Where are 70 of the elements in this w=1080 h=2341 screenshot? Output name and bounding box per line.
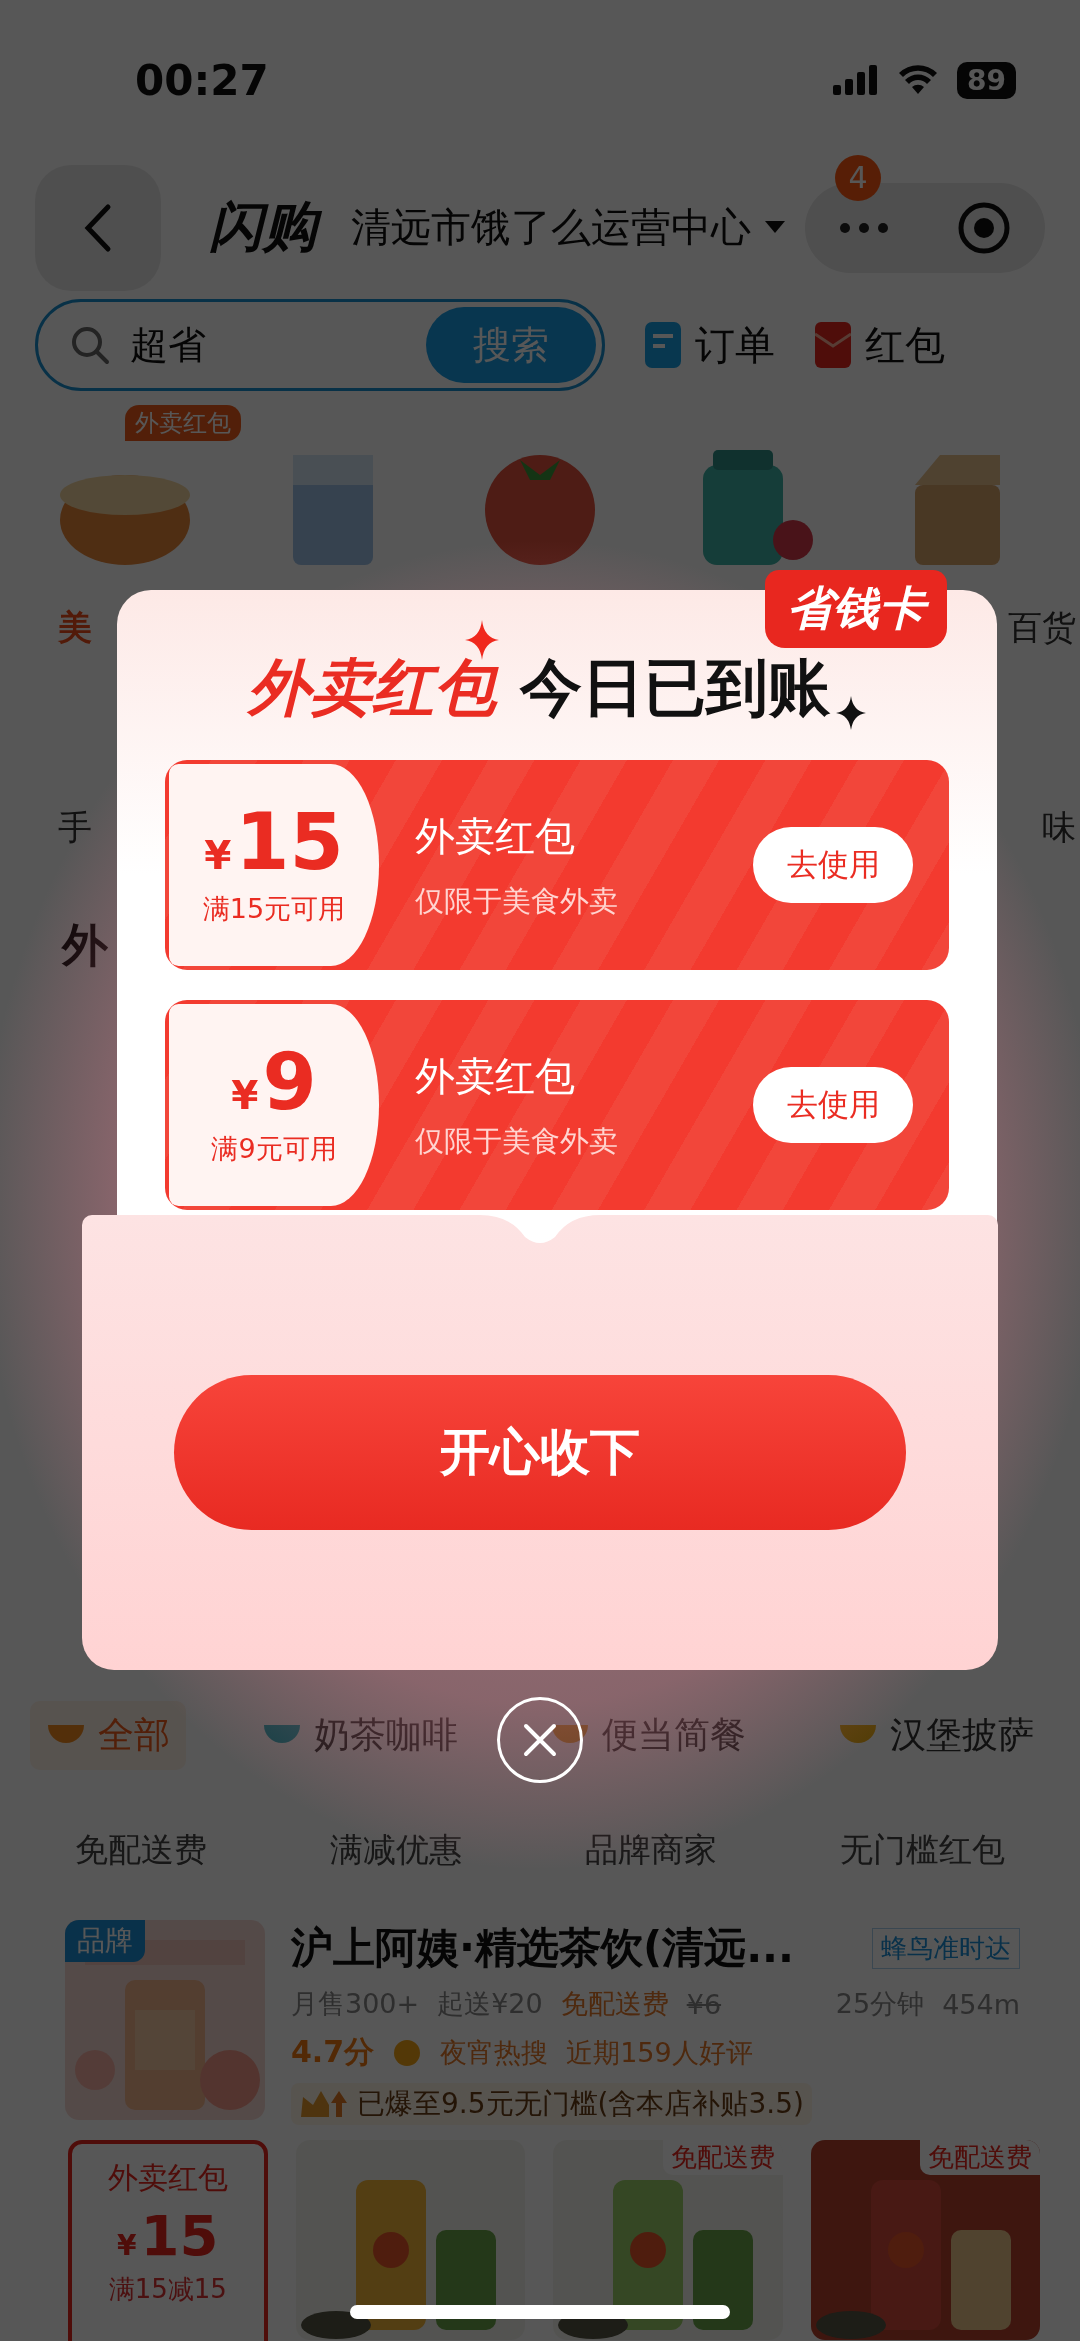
crown-icon	[299, 2089, 349, 2119]
coupon-scope: 仅限于美食外卖	[415, 882, 619, 920]
search-field[interactable]: 超省 搜索	[35, 299, 605, 391]
section-title: 外	[62, 918, 108, 972]
food-icon	[838, 1725, 878, 1745]
coupon-name: 外卖红包	[415, 1051, 576, 1101]
wifi-icon	[897, 64, 940, 96]
product-tag: 免配送费	[662, 2140, 783, 2175]
product-tag: 免配送费	[920, 2140, 1040, 2175]
location-selector[interactable]: 清远市饿了么运营中心	[351, 200, 751, 255]
hot-tag: 夜宵热搜	[440, 2034, 549, 2071]
coupon-condition: 满15元可用	[202, 892, 346, 926]
promo-text: 已爆至9.5元无门槛(含本店补贴3.5)	[357, 2086, 804, 2122]
coupon-scope: 仅限于美食外卖	[415, 1122, 619, 1160]
filter-chip[interactable]: 免配送费	[75, 1827, 207, 1873]
coupon-name: 外卖红包	[415, 811, 576, 861]
rating: 4.7分	[291, 2033, 375, 2071]
store-name[interactable]: 沪上阿姨·精选茶饮(清远...	[291, 1920, 854, 1976]
more-icon	[839, 221, 889, 234]
battery-level: 89	[957, 61, 1016, 99]
close-button[interactable]	[497, 1697, 583, 1783]
filter-chip[interactable]: 无门槛红包	[840, 1827, 1005, 1873]
document-icon	[645, 322, 681, 368]
notification-badge: 4	[835, 154, 881, 201]
signal-icon	[833, 65, 880, 95]
shortcut-link[interactable]: 红包	[815, 317, 945, 373]
sparkle-icon	[836, 696, 866, 730]
coupon-card[interactable]: 外卖红包 ¥15 满15减15	[68, 2140, 268, 2341]
food-tab[interactable]: 奶茶咖啡	[246, 1700, 474, 1770]
category-label[interactable]: 味	[1042, 805, 1076, 865]
category-tag: 外卖红包	[125, 405, 241, 441]
delivery-tag: 蜂鸟准时达	[872, 1927, 1020, 1969]
food-tab[interactable]: 全部	[30, 1700, 186, 1770]
status-time: 00:27	[135, 55, 269, 105]
use-button[interactable]: 去使用	[753, 827, 913, 903]
food-tab[interactable]: 汉堡披萨	[822, 1700, 1050, 1770]
card-badge: 省钱卡	[765, 570, 947, 648]
popup-title: 今日已到账	[520, 650, 830, 726]
filter-chip[interactable]: 品牌商家	[585, 1827, 717, 1873]
coupon-condition: 满15减15	[108, 2273, 227, 2306]
coupon-condition: 满9元可用	[211, 1132, 337, 1166]
coupon-title: 外卖红包	[107, 2159, 228, 2197]
food-tab[interactable]: 便当简餐	[534, 1700, 762, 1770]
envelope-icon	[815, 322, 851, 368]
coupon-amount: ¥15	[117, 2203, 219, 2268]
back-icon	[83, 202, 113, 253]
brand-tag: 品牌	[65, 1920, 145, 1962]
app-logo: 闪购	[205, 192, 327, 263]
filter-chip[interactable]: 满减优惠	[330, 1827, 462, 1873]
review-tag: 近期159人好评	[566, 2034, 753, 2071]
use-button[interactable]: 去使用	[753, 1067, 913, 1143]
accept-button[interactable]: 开心收下	[174, 1375, 906, 1530]
free-delivery: 免配送费	[560, 1987, 669, 2021]
coupon-amount: ¥15	[204, 803, 344, 881]
back-button[interactable]	[35, 164, 161, 291]
category-label[interactable]: 美	[58, 605, 92, 665]
moon-icon	[392, 2037, 423, 2068]
close-icon	[522, 1722, 558, 1758]
shortcut-link[interactable]: 订单	[645, 317, 775, 373]
category-label[interactable]: 手	[58, 805, 92, 865]
sparkle-icon	[465, 620, 499, 660]
coupon-amount: ¥9	[231, 1043, 317, 1121]
food-icon	[550, 1725, 590, 1745]
record-icon	[957, 200, 1011, 255]
category-label[interactable]: 百货	[1008, 605, 1076, 665]
search-icon	[70, 325, 110, 365]
search-button[interactable]: 搜索	[426, 307, 596, 383]
food-icon	[46, 1725, 86, 1745]
food-icon	[262, 1725, 302, 1745]
caret-icon	[765, 220, 785, 235]
